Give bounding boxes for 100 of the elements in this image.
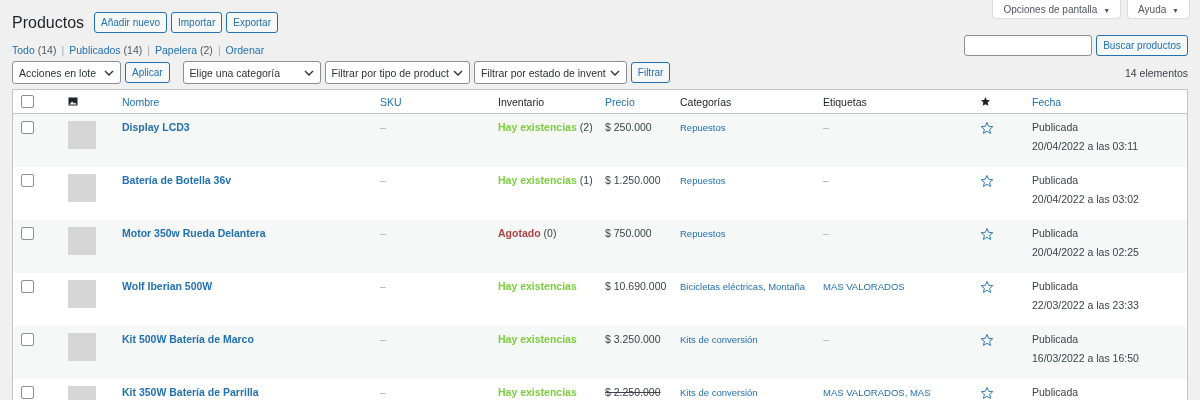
stock-count: (0) [543,227,557,239]
column-header: Etiquetas [823,95,867,108]
column-header[interactable]: Fecha [1032,95,1062,108]
post-status: Publicada [1032,121,1080,133]
publish-date: 22/03/2022 a las 23:33 [1032,299,1140,311]
sku-text: – [380,174,386,186]
filter-button[interactable]: Filtrar [630,62,671,83]
chevron-icon [609,69,620,76]
stock-count: (1) [579,174,593,186]
publish-date: 20/04/2022 a las 03:11 [1032,140,1140,152]
star-icon [980,96,991,107]
column-header[interactable]: Precio [605,95,635,108]
search-button[interactable]: Buscar productos [1096,35,1188,56]
tags-text: – [823,227,829,239]
column-header: Categorías [680,95,732,108]
product-name-link[interactable]: Batería de Botella 36v [122,174,232,186]
column-header[interactable]: SKU [380,95,402,108]
column-header[interactable]: Nombre [122,95,160,108]
post-status: Publicada [1032,386,1080,398]
bulk-actions-select[interactable]: Acciones en lote [12,61,121,84]
view-link[interactable]: Publicados [69,44,121,56]
sku-text: – [380,280,386,292]
search-field[interactable] [964,35,1093,56]
post-status: Publicada [1032,227,1080,239]
stock-count: (2) [579,121,593,133]
star-icon[interactable] [980,121,994,135]
price-text: $ 1.250.000 [605,174,661,186]
tags-text: – [823,121,829,133]
star-icon[interactable] [980,333,994,347]
sku-text: – [380,333,386,345]
price-text: $ 2.250.000 [605,386,661,398]
apply-button[interactable]: Aplicar [125,62,170,83]
category-link[interactable]: Kits de conversión [680,334,758,345]
product-name-link[interactable]: Wolf Iberian 500W [122,280,213,292]
chevron-icon [452,69,463,76]
publish-date: 20/04/2022 a las 02:25 [1032,246,1140,258]
stock-status: Hay existencias [498,280,577,292]
category-link[interactable]: Repuestos [680,122,726,133]
photo-placeholder [68,227,96,255]
product-name-link[interactable]: Display LCD3 [122,121,190,133]
header-button[interactable]: Añadir nuevo [94,12,167,33]
item-count: 14 elementos [1124,66,1188,79]
view-link[interactable]: Papelera [155,44,198,56]
sku-text: – [380,386,386,398]
star-icon[interactable] [980,174,994,188]
stock-status: Hay existencias [498,386,577,398]
sku-text: – [380,121,386,133]
column-header: Inventario [498,95,545,108]
post-status: Publicada [1032,280,1080,292]
price-text: $ 10.690.000 [605,280,667,292]
photo-placeholder [68,174,96,202]
category-link[interactable]: Bicicletas eléctricas, Montaña [680,281,806,292]
price-text: $ 750.000 [605,227,652,239]
post-status: Publicada [1032,174,1080,186]
tags-text: – [823,333,829,345]
photo-placeholder [68,280,96,308]
view-separator: | [147,44,150,56]
product-name-link[interactable]: Kit 350W Batería de Parrilla [122,386,259,398]
view-link[interactable]: Todo [12,44,35,56]
stock-status: Hay existencias [498,174,577,186]
filter-select[interactable]: Filtrar por tipo de product [324,61,470,84]
page-title: Productos [12,13,85,32]
product-name-link[interactable]: Kit 500W Batería de Marco [122,333,254,345]
stock-status: Agotado [498,227,541,239]
row-checkbox[interactable] [21,227,34,240]
star-icon[interactable] [980,386,994,400]
publish-date: 16/03/2022 a las 16:50 [1032,352,1140,364]
publish-date: 20/04/2022 a las 03:02 [1032,193,1140,205]
row-checkbox[interactable] [21,386,34,399]
product-name-link[interactable]: Motor 350w Rueda Delantera [122,227,266,239]
star-icon[interactable] [980,280,994,294]
photo-placeholder [68,333,96,361]
star-icon[interactable] [980,227,994,241]
category-link[interactable]: Repuestos [680,175,726,186]
view-count: (14) [37,44,57,56]
row-checkbox[interactable] [21,174,34,187]
view-count: (14) [123,44,143,56]
category-link[interactable]: Kits de conversión [680,387,758,398]
image-icon [68,97,78,106]
tag-link[interactable]: MAS VALORADOS, MAS [823,387,931,398]
stock-status: Hay existencias [498,333,577,345]
view-link[interactable]: Ordenar [225,44,265,56]
header-button[interactable]: Importar [171,12,223,33]
row-checkbox[interactable] [21,280,34,293]
view-separator: | [61,44,65,56]
chevron-icon [104,69,114,76]
sku-text: – [380,227,386,239]
view-separator: | [217,44,221,56]
price-text: $ 250.000 [605,121,652,133]
row-checkbox[interactable] [21,333,34,346]
post-status: Publicada [1032,333,1080,345]
filter-select[interactable]: Elige una categoría [182,61,321,84]
row-checkbox[interactable] [21,121,34,134]
photo-placeholder [68,121,96,149]
filter-select[interactable]: Filtrar por estado de invent [473,61,627,84]
header-button[interactable]: Exportar [226,12,278,33]
category-link[interactable]: Repuestos [680,228,726,239]
tag-link[interactable]: MAS VALORADOS [823,281,905,292]
tags-text: – [823,174,829,186]
select-all-checkbox[interactable] [21,95,34,108]
